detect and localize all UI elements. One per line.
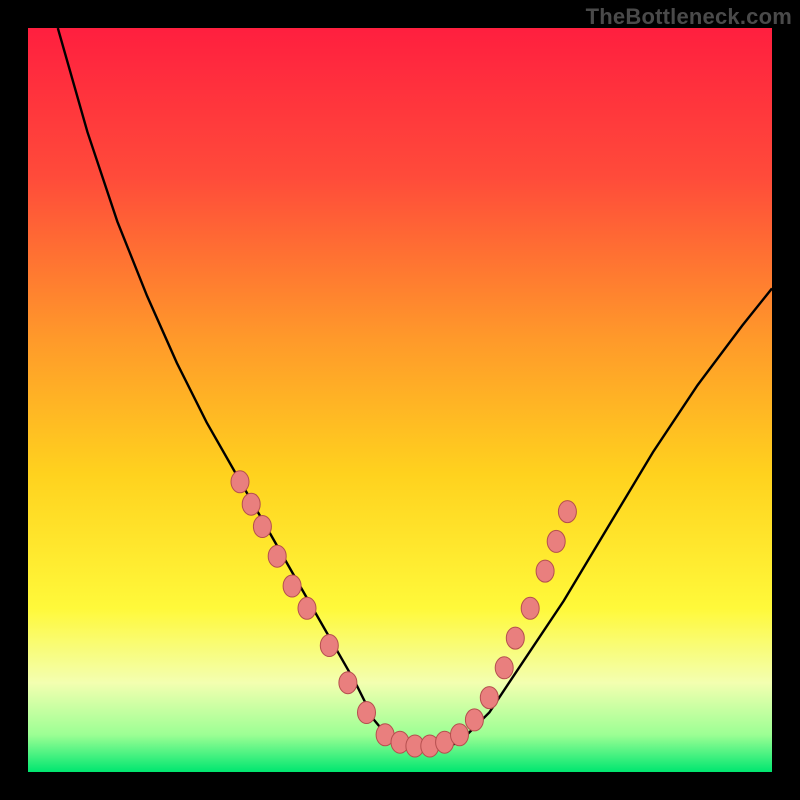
data-point <box>465 709 483 731</box>
data-point <box>242 493 260 515</box>
data-point <box>298 597 316 619</box>
plot-area <box>28 28 772 772</box>
data-point <box>231 471 249 493</box>
data-point <box>536 560 554 582</box>
data-point <box>268 545 286 567</box>
data-point <box>547 530 565 552</box>
data-point <box>506 627 524 649</box>
data-point <box>320 635 338 657</box>
bottleneck-curve-chart <box>28 28 772 772</box>
data-point <box>495 657 513 679</box>
data-point <box>253 516 271 538</box>
data-point <box>358 702 376 724</box>
gradient-background <box>28 28 772 772</box>
watermark-text: TheBottleneck.com <box>586 4 792 30</box>
data-point <box>451 724 469 746</box>
data-point <box>480 687 498 709</box>
data-point <box>521 597 539 619</box>
data-point <box>283 575 301 597</box>
chart-frame: TheBottleneck.com <box>0 0 800 800</box>
data-point <box>339 672 357 694</box>
data-point <box>558 501 576 523</box>
